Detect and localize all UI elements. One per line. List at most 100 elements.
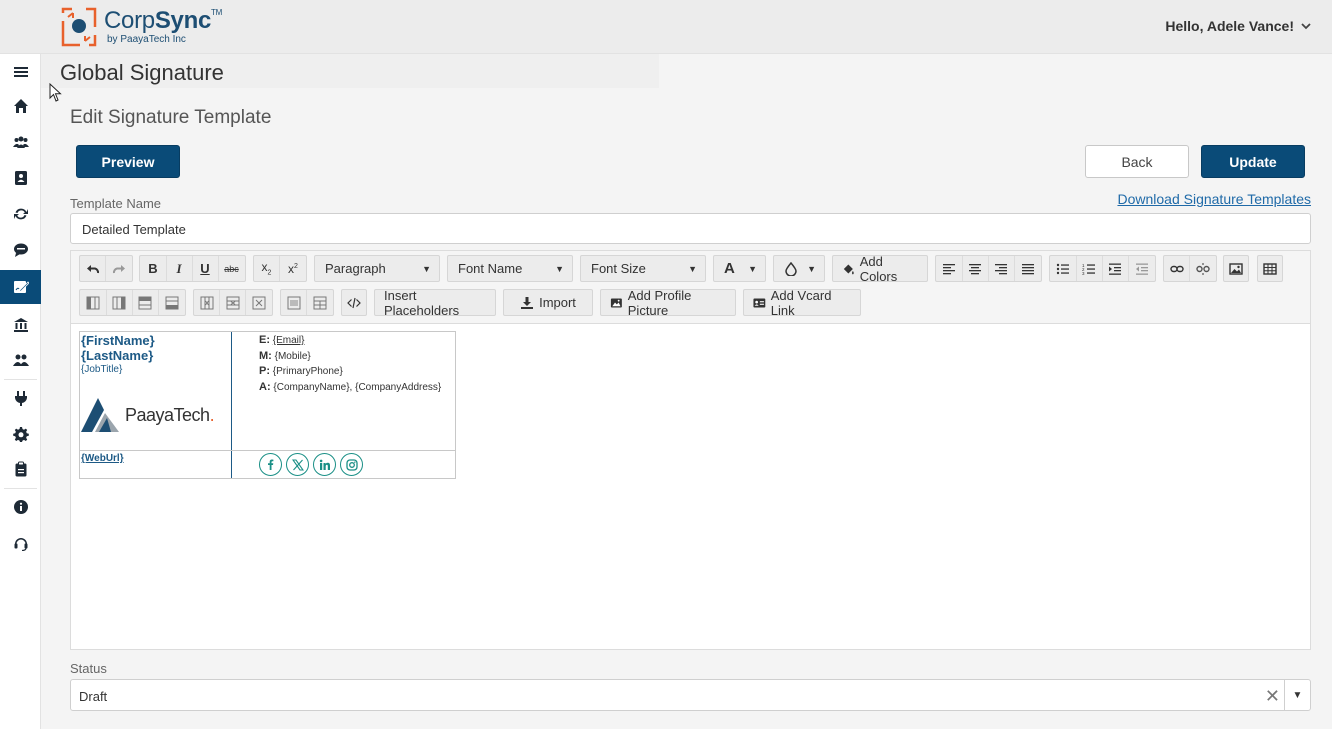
unlink-button[interactable]: [1190, 256, 1216, 281]
delete-row-button[interactable]: [220, 290, 246, 315]
users-icon: [12, 136, 29, 148]
undo-icon: [86, 264, 99, 273]
caret-down-icon: ▼: [422, 263, 431, 274]
font-size-dropdown[interactable]: Font Size ▼: [580, 255, 706, 282]
facebook-icon[interactable]: [259, 453, 282, 476]
font-color-dropdown[interactable]: A ▼: [713, 255, 766, 282]
back-button[interactable]: Back: [1085, 145, 1189, 178]
view-source-button[interactable]: [341, 289, 367, 316]
delete-column-icon: [200, 296, 213, 309]
sidebar-item-contacts[interactable]: [0, 161, 41, 195]
sidebar-item-bank[interactable]: [0, 308, 41, 342]
list-group: 123: [1049, 255, 1156, 282]
sidebar-item-sms[interactable]: [0, 233, 41, 267]
home-icon: [13, 99, 28, 113]
align-justify-button[interactable]: [1015, 256, 1041, 281]
bank-icon: [13, 318, 28, 332]
sidebar-item-clipboard[interactable]: [0, 452, 41, 486]
caret-down-icon[interactable]: ▼: [1284, 680, 1310, 710]
bold-button[interactable]: B: [141, 256, 167, 281]
insert-link-button[interactable]: [1164, 256, 1190, 281]
preview-button[interactable]: Preview: [76, 145, 180, 178]
sidebar-item-support[interactable]: [0, 526, 41, 560]
bullet-list-icon: [1056, 263, 1069, 274]
clear-icon[interactable]: ✕: [1265, 686, 1280, 707]
sidebar-item-settings[interactable]: [0, 417, 41, 451]
numbered-list-button[interactable]: 123: [1077, 256, 1103, 281]
insert-row-above-button[interactable]: [133, 290, 159, 315]
add-colors-button[interactable]: Add Colors: [832, 254, 928, 284]
instagram-icon[interactable]: [340, 453, 363, 476]
align-left-icon: [943, 263, 955, 274]
info-icon: [13, 500, 28, 514]
delete-table-icon: [252, 296, 266, 309]
paragraph-dropdown[interactable]: Paragraph ▼: [314, 255, 440, 282]
split-cells-button[interactable]: [307, 290, 333, 315]
menu-icon: [13, 67, 28, 77]
link-group: [1163, 255, 1217, 282]
strikethrough-button[interactable]: abc: [219, 256, 245, 281]
indent-button[interactable]: [1103, 256, 1129, 281]
status-select[interactable]: Draft ✕ ▼: [70, 679, 1311, 711]
outdent-button[interactable]: [1129, 256, 1155, 281]
update-button[interactable]: Update: [1201, 145, 1305, 178]
sidebar-item-integrations[interactable]: [0, 381, 41, 415]
section-title: Edit Signature Template: [70, 107, 272, 128]
mobile-label: M:: [259, 349, 272, 362]
brand-subtitle: by PaayaTech Inc: [107, 34, 186, 45]
user-menu[interactable]: Hello, Adele Vance!: [1165, 18, 1312, 34]
download-signature-templates-link[interactable]: Download Signature Templates: [1117, 191, 1311, 207]
align-right-button[interactable]: [989, 256, 1015, 281]
insert-image-button[interactable]: [1223, 255, 1249, 282]
import-button[interactable]: Import: [503, 289, 593, 316]
unlink-icon: [1196, 262, 1210, 275]
underline-button[interactable]: U: [193, 256, 219, 281]
template-name-input[interactable]: Detailed Template: [70, 213, 1311, 244]
align-left-button[interactable]: [937, 256, 963, 281]
sidebar-item-signature[interactable]: [0, 270, 41, 304]
superscript-button[interactable]: x2: [280, 256, 306, 281]
sidebar-item-users[interactable]: [0, 125, 41, 159]
indent-icon: [1109, 263, 1121, 275]
insert-placeholders-button[interactable]: Insert Placeholders: [374, 288, 496, 318]
delete-table-button[interactable]: [246, 290, 272, 315]
add-vcard-link-button[interactable]: Add Vcard Link: [743, 288, 861, 318]
caret-down-icon: ▼: [748, 263, 757, 274]
insert-column-left-button[interactable]: [81, 290, 107, 315]
merge-cells-button[interactable]: [281, 290, 307, 315]
font-name-dropdown[interactable]: Font Name ▼: [447, 255, 573, 282]
x-twitter-icon[interactable]: [286, 453, 309, 476]
table-column-group: [79, 289, 186, 316]
corpsync-logo[interactable]: CorpSyncTM by PaayaTech Inc: [60, 6, 222, 48]
add-profile-picture-button[interactable]: Add Profile Picture: [600, 288, 736, 318]
background-color-dropdown[interactable]: ▼: [773, 255, 825, 282]
insert-column-right-button[interactable]: [107, 290, 133, 315]
undo-button[interactable]: [80, 256, 106, 281]
align-center-button[interactable]: [963, 256, 989, 281]
svg-text:3: 3: [1082, 271, 1085, 276]
sidebar-item-info[interactable]: [0, 490, 41, 524]
sidebar-divider: [4, 379, 37, 380]
delete-column-button[interactable]: [194, 290, 220, 315]
signature-preview-table[interactable]: {FirstName} {LastName} {JobTitle} PaayaT…: [79, 331, 456, 479]
bullet-list-button[interactable]: [1051, 256, 1077, 281]
sidebar-item-sync[interactable]: [0, 197, 41, 231]
insert-table-button[interactable]: [1257, 255, 1283, 282]
corpsync-logo-icon: [61, 7, 97, 47]
status-select-value: Draft: [79, 689, 108, 704]
subscript-button[interactable]: x2: [254, 256, 280, 281]
placeholder-company-name: {CompanyName}: [273, 381, 350, 393]
linkedin-icon[interactable]: [313, 453, 336, 476]
signature-column-divider: [231, 332, 232, 478]
sidebar-menu-toggle[interactable]: [0, 55, 41, 89]
brand-suffix: Sync: [154, 7, 211, 34]
sidebar-item-home[interactable]: [0, 89, 41, 123]
insert-row-below-button[interactable]: [159, 290, 185, 315]
italic-button[interactable]: I: [167, 256, 193, 281]
font-color-icon: A: [724, 260, 735, 277]
paint-bucket-icon: [843, 263, 854, 274]
redo-button[interactable]: [106, 256, 132, 281]
sidebar-item-groups[interactable]: [0, 343, 41, 377]
placeholder-web-url[interactable]: {WebUrl}: [81, 453, 124, 464]
headset-icon: [14, 538, 27, 551]
